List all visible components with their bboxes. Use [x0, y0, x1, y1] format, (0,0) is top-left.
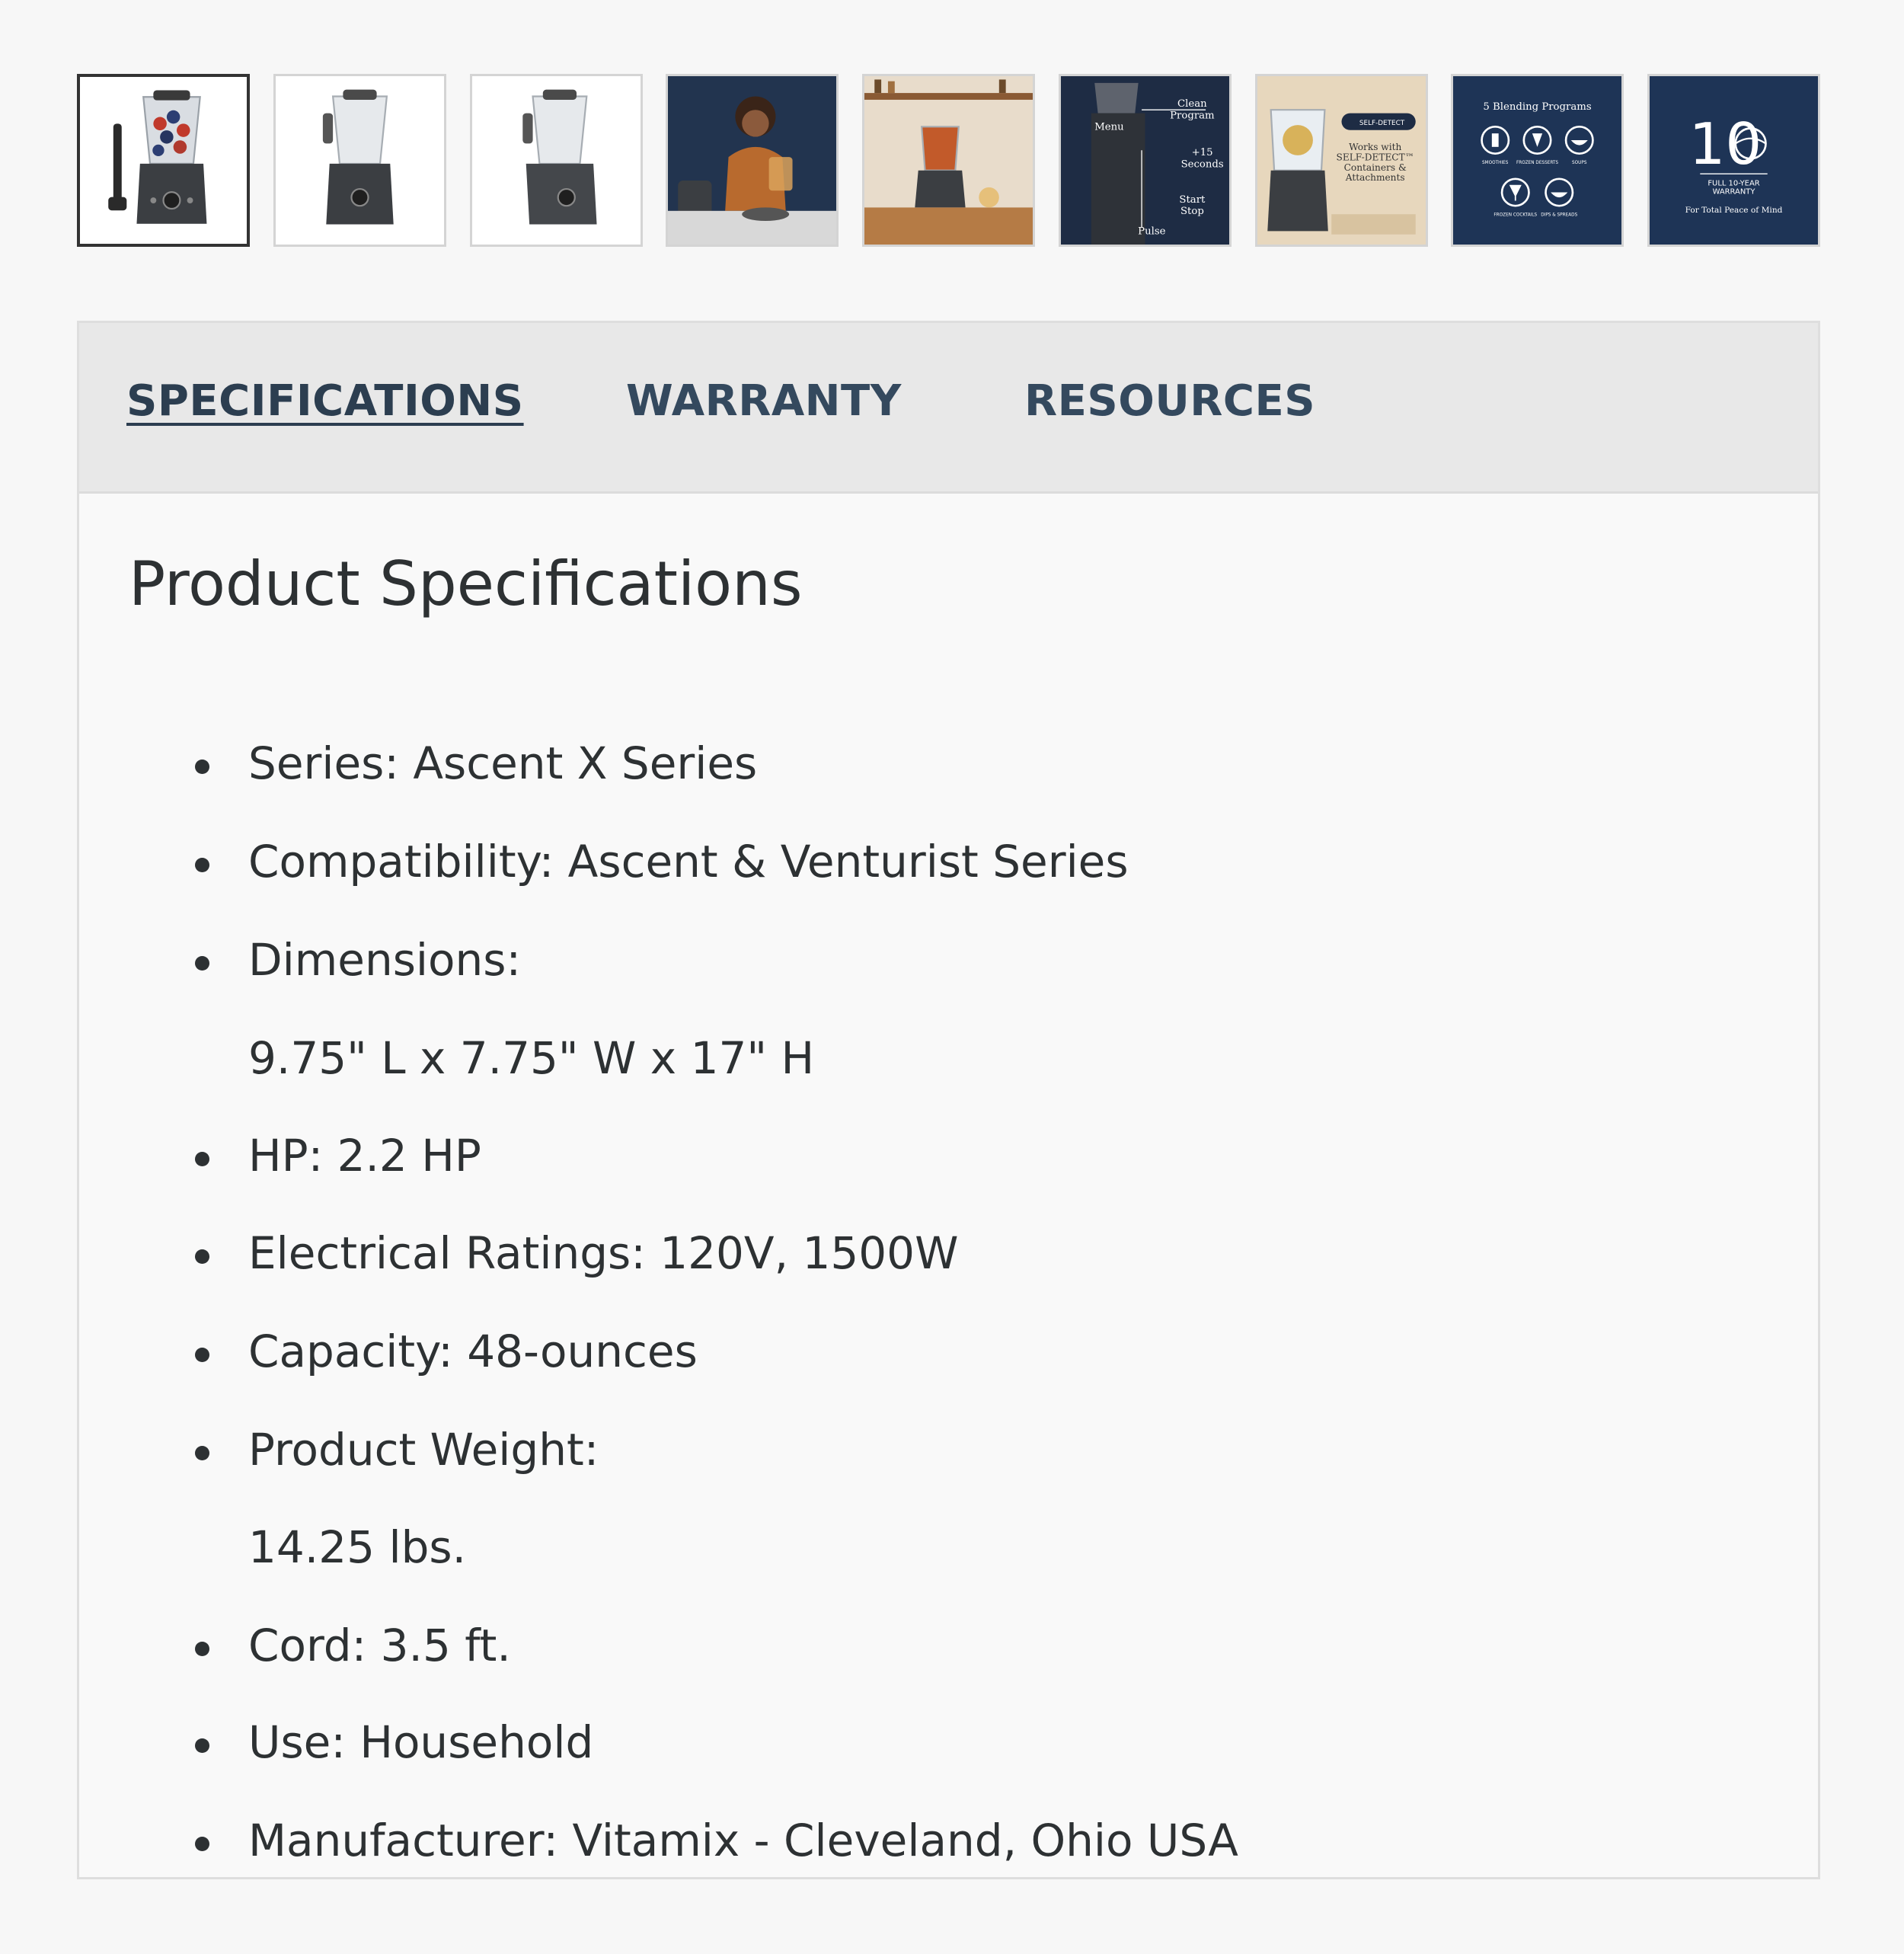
spec-manufacturer-text: Manufacturer: Vitamix - Cleveland, Ohio …: [248, 1815, 1238, 1866]
blending-programs-image: 5 Blending Programs SMOOTHIES FROZEN DES…: [1453, 76, 1622, 245]
svg-text:SOUPS: SOUPS: [1572, 161, 1587, 165]
bullet-icon: [195, 1348, 209, 1362]
bullet-icon: [195, 760, 209, 774]
spec-electrical-text: Electrical Ratings: 120V, 1500W: [248, 1227, 959, 1279]
self-detect-image: SELF-DETECT Works with SELF-DETECT™ Cont…: [1257, 76, 1426, 245]
svg-text:Menu: Menu: [1094, 122, 1124, 133]
svg-text:For Total Peace of Mind: For Total Peace of Mind: [1685, 206, 1783, 215]
bullet-icon: [195, 1642, 209, 1656]
thumbnail-blender-with-tamper[interactable]: [77, 74, 250, 247]
spec-weight-value: 14.25 lbs.: [248, 1521, 467, 1573]
thumbnail-warranty[interactable]: 10 FULL 10-YEAR WARRANTY For Total Peace…: [1647, 74, 1820, 247]
woman-pouring-image: [668, 76, 837, 245]
spec-capacity-text: Capacity: 48-ounces: [248, 1326, 698, 1377]
bullet-icon: [195, 956, 209, 971]
bullet-icon: [195, 1738, 209, 1753]
bullet-icon: [195, 1152, 209, 1166]
tab-resources[interactable]: RESOURCES: [1024, 376, 1315, 426]
spec-compatibility-text: Compatibility: Ascent & Venturist Series: [248, 836, 1129, 887]
thumbnail-blender-side[interactable]: [469, 74, 643, 247]
svg-text:Attachments: Attachments: [1344, 172, 1404, 183]
blender-kitchen-image: [864, 76, 1033, 245]
thumbnail-lifestyle-pouring[interactable]: [666, 74, 839, 247]
bullet-icon: [195, 858, 209, 872]
control-panel-image: Clean Program Menu +15 Seconds Start Sto…: [1060, 76, 1229, 245]
specifications-heading: Product Specifications: [129, 548, 803, 619]
svg-text:FROZEN COCKTAILS: FROZEN COCKTAILS: [1494, 213, 1538, 217]
svg-text:SMOOTHIES: SMOOTHIES: [1482, 161, 1509, 165]
svg-text:Program: Program: [1170, 110, 1215, 121]
spec-cord-text: Cord: 3.5 ft.: [248, 1620, 511, 1671]
thumbnail-control-panel[interactable]: Clean Program Menu +15 Seconds Start Sto…: [1058, 74, 1232, 247]
thumbnail-self-detect[interactable]: SELF-DETECT Works with SELF-DETECT™ Cont…: [1254, 74, 1428, 247]
spec-use-text: Use: Household: [248, 1716, 594, 1768]
svg-text:Seconds: Seconds: [1180, 158, 1223, 170]
svg-text:FULL 10-YEAR: FULL 10-YEAR: [1708, 180, 1759, 188]
svg-text:SELF-DETECT™: SELF-DETECT™: [1336, 152, 1414, 163]
thumbnail-blending-programs[interactable]: 5 Blending Programs SMOOTHIES FROZEN DES…: [1451, 74, 1624, 247]
svg-text:+15: +15: [1191, 147, 1212, 158]
svg-text:5 Blending Programs: 5 Blending Programs: [1484, 101, 1592, 113]
tab-specifications[interactable]: SPECIFICATIONS: [126, 376, 524, 426]
blender-with-fruit-image: [80, 77, 247, 244]
thumbnail-blender-front[interactable]: [273, 74, 446, 247]
bullet-icon: [195, 1837, 209, 1851]
thumbnail-lifestyle-kitchen[interactable]: [862, 74, 1035, 247]
svg-text:Pulse: Pulse: [1138, 226, 1165, 238]
bullet-icon: [195, 1446, 209, 1460]
spec-weight-label: Product Weight:: [248, 1424, 599, 1476]
product-details-panel: SPECIFICATIONS WARRANTY RESOURCES Produc…: [77, 321, 1820, 1879]
blender-front-image: [275, 76, 444, 245]
warranty-badge-image: 10 FULL 10-YEAR WARRANTY For Total Peace…: [1650, 76, 1818, 245]
tab-warranty[interactable]: WARRANTY: [626, 376, 902, 426]
spec-dimensions-label: Dimensions:: [248, 934, 522, 986]
svg-text:Start: Start: [1179, 194, 1206, 206]
spec-series-text: Series: Ascent X Series: [248, 737, 758, 789]
spec-hp-text: HP: 2.2 HP: [248, 1130, 481, 1182]
svg-text:SELF-DETECT: SELF-DETECT: [1359, 120, 1404, 127]
image-gallery: Clean Program Menu +15 Seconds Start Sto…: [77, 74, 1820, 247]
svg-text:10: 10: [1689, 110, 1762, 177]
spec-dimensions-value: 9.75" L x 7.75" W x 17" H: [248, 1032, 815, 1084]
svg-text:WARRANTY: WARRANTY: [1713, 188, 1756, 197]
tab-bar: SPECIFICATIONS WARRANTY RESOURCES: [79, 323, 1818, 494]
blender-side-image: [471, 76, 641, 245]
bullet-icon: [195, 1249, 209, 1264]
svg-text:Containers &: Containers &: [1343, 162, 1406, 173]
svg-text:Clean: Clean: [1177, 98, 1207, 110]
svg-text:Stop: Stop: [1180, 206, 1204, 217]
svg-text:DIPS & SPREADS: DIPS & SPREADS: [1541, 213, 1577, 217]
svg-text:Works with: Works with: [1349, 142, 1401, 152]
svg-text:FROZEN DESSERTS: FROZEN DESSERTS: [1516, 161, 1558, 165]
